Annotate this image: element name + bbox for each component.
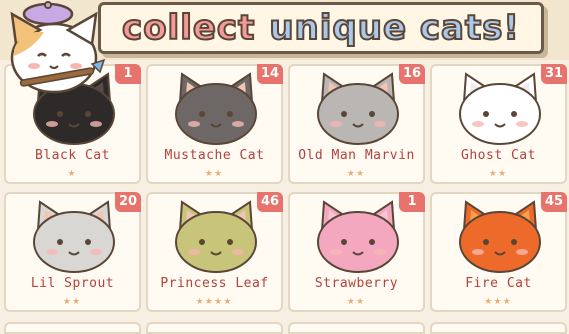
cat-card[interactable]: 1 Strawberry ★★ (288, 192, 425, 312)
cat-rarity-stars: ★ (67, 165, 78, 179)
title-banner: collect unique cats! (98, 2, 544, 54)
cat-portrait-icon (459, 72, 541, 145)
cat-card[interactable]: 46 Princess Leaf ★★★★ (146, 192, 283, 312)
cat-count-badge: 1 (399, 192, 425, 212)
cat-portrait-icon (317, 72, 399, 145)
cat-card[interactable]: 16 Old Man Marvin ★★ (288, 64, 425, 184)
cat-name-label: Princess Leaf (160, 276, 269, 291)
cat-card[interactable]: 14 Mustache Cat ★★ (146, 64, 283, 184)
cat-count-badge: 14 (257, 64, 283, 84)
cat-count-badge: 16 (399, 64, 425, 84)
cat-rarity-stars: ★★ (489, 165, 508, 179)
card-peek (146, 322, 283, 334)
cat-card[interactable]: 20 Lil Sprout ★★ (4, 192, 141, 312)
cat-count-badge: 20 (115, 192, 141, 212)
card-peek (288, 322, 425, 334)
cat-count-badge: 31 (541, 64, 567, 84)
cat-name-label: Lil Sprout (30, 276, 115, 291)
cat-name-label: Black Cat (35, 148, 110, 163)
cat-name-label: Old Man Marvin (298, 148, 415, 163)
title-word-collect: collect (121, 7, 256, 49)
title-word-unique-cats: unique cats! (268, 7, 520, 49)
cat-card[interactable]: 31 Ghost Cat ★★ (430, 64, 567, 184)
mascot-calico-artist-icon (10, 1, 106, 94)
cat-rarity-stars: ★★ (63, 293, 82, 307)
cat-rarity-stars: ★★ (347, 165, 366, 179)
cat-name-label: Ghost Cat (461, 148, 536, 163)
cat-rarity-stars: ★★★★ (196, 293, 233, 307)
cat-rarity-stars: ★★ (347, 293, 366, 307)
cat-portrait-icon (175, 200, 257, 273)
cat-count-badge: 46 (257, 192, 283, 212)
cat-name-label: Mustache Cat (164, 148, 265, 163)
cat-card[interactable]: 45 Fire Cat ★★★ (430, 192, 567, 312)
cat-count-badge: 45 (541, 192, 567, 212)
cat-count-badge: 1 (115, 64, 141, 84)
cat-rarity-stars: ★★ (205, 165, 224, 179)
card-peek (430, 322, 567, 334)
cat-portrait-icon (175, 72, 257, 145)
cat-rarity-stars: ★★★ (484, 293, 513, 307)
cat-name-label: Strawberry (314, 276, 399, 291)
cat-name-label: Fire Cat (465, 276, 532, 291)
cat-portrait-icon (459, 200, 541, 273)
cat-portrait-icon (33, 200, 115, 273)
cat-portrait-icon (317, 200, 399, 273)
card-peek (4, 322, 141, 334)
